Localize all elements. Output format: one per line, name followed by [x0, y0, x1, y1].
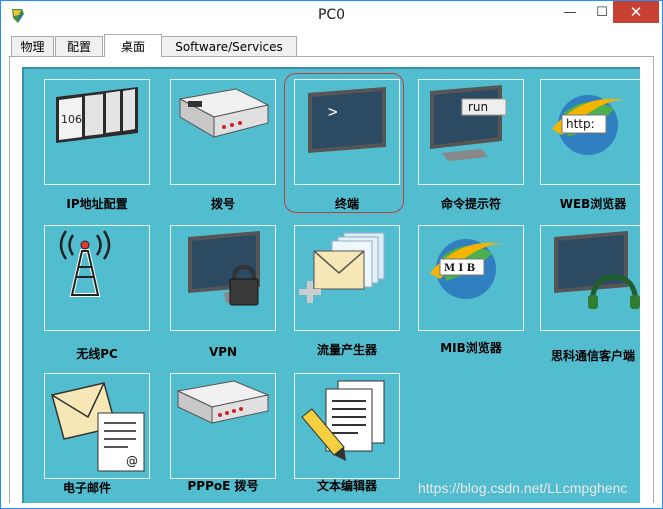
title-bar[interactable]: PC0 — ☐ ✕	[1, 1, 662, 31]
web-text: http:	[566, 117, 595, 131]
mib-globe-icon: M I B	[430, 239, 506, 299]
email-at: @	[126, 454, 138, 468]
ip-config-icon: 106	[56, 87, 138, 143]
app-label: MIB浏览器	[440, 341, 502, 355]
tab-desktop[interactable]: 桌面	[104, 34, 162, 57]
envelope-stack-icon	[299, 232, 385, 303]
tab-bar: 物理 配置 桌面 Software/Services	[9, 34, 654, 57]
command-prompt-icon: run	[430, 85, 507, 161]
app-label: PPPoE 拨号	[187, 479, 259, 493]
selection-outline	[284, 73, 404, 213]
tab-software-services[interactable]: Software/Services	[161, 36, 297, 56]
tab-config[interactable]: 配置	[55, 36, 103, 56]
modem-icon	[178, 88, 270, 138]
globe-icon: http:	[552, 95, 628, 155]
email-icon: @	[51, 382, 145, 472]
watermark-text: https://blog.csdn.net/LLcmpghenc	[418, 480, 628, 496]
close-button[interactable]: ✕	[613, 1, 659, 23]
app-label: WEB浏览器	[559, 197, 627, 211]
tab-physical[interactable]: 物理	[11, 36, 54, 56]
app-label: VPN	[208, 345, 238, 359]
app-label: IP地址配置	[66, 197, 128, 211]
app-label: 流量产生器	[316, 343, 377, 357]
text-editor-icon	[301, 380, 385, 461]
ip-panel-text: 106	[61, 113, 82, 126]
app-label: 拨号	[210, 197, 235, 211]
pppoe-device-icon	[176, 380, 270, 424]
app-label: 电子邮件	[62, 481, 111, 495]
app-label: 文本编辑器	[316, 479, 377, 493]
headset-monitor-icon	[554, 231, 640, 309]
lock-monitor-icon	[188, 231, 260, 306]
cmd-text: run	[468, 100, 488, 114]
app-label: 命令提示符	[440, 197, 501, 211]
pc0-window: PC0 — ☐ ✕ 物理 配置 桌面 Software/Services 106…	[0, 0, 663, 509]
app-label: 思科通信客户端	[550, 349, 635, 363]
wireless-tower-icon	[59, 230, 111, 297]
mib-text: M I B	[444, 263, 475, 274]
app-label: 无线PC	[76, 347, 118, 361]
minimize-button[interactable]: —	[554, 1, 586, 23]
